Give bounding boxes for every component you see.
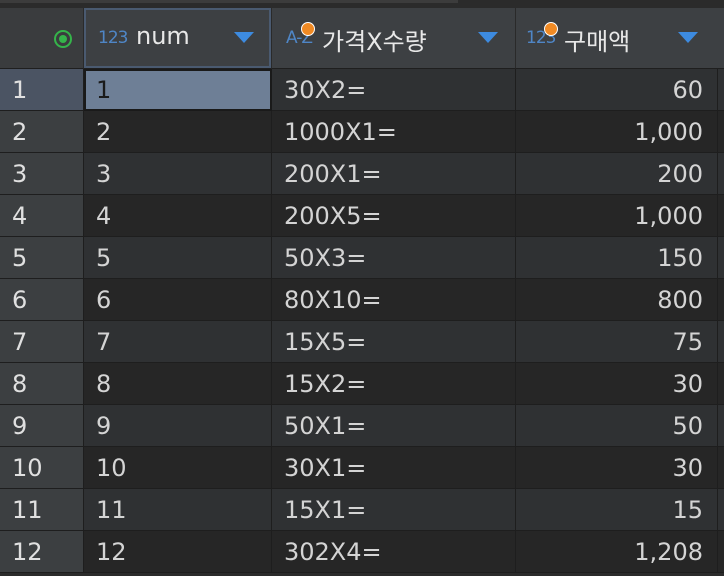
cell-amount[interactable]: 30 — [516, 447, 718, 489]
table-row[interactable]: 7 7 15X5= 75 — [0, 321, 724, 363]
column-name: 가격X수량 — [322, 28, 427, 56]
table-row[interactable]: 5 5 50X3= 150 — [0, 237, 724, 279]
row-number[interactable]: 7 — [0, 321, 84, 363]
table-row[interactable]: 3 3 200X1= 200 — [0, 153, 724, 195]
cell-amount[interactable]: 30 — [516, 363, 718, 405]
scroll-track — [0, 0, 458, 3]
row-filler — [718, 69, 724, 111]
key-dot-icon — [544, 22, 558, 36]
row-filler — [718, 195, 724, 237]
row-number[interactable]: 6 — [0, 279, 84, 321]
cell-amount[interactable]: 15 — [516, 489, 718, 531]
column-header-num[interactable]: 123 num — [84, 8, 272, 69]
cell-amount[interactable]: 75 — [516, 321, 718, 363]
numeric-type-icon: 123 — [98, 28, 128, 48]
table-row[interactable]: 4 4 200X5= 1,000 — [0, 195, 724, 237]
row-number[interactable]: 10 — [0, 447, 84, 489]
cell-num[interactable]: 2 — [84, 111, 272, 153]
row-number[interactable]: 12 — [0, 531, 84, 573]
column-name: 구매액 — [564, 28, 631, 56]
cell-amount[interactable]: 1,000 — [516, 111, 718, 153]
row-filler — [718, 237, 724, 279]
cell-price-qty[interactable]: 80X10= — [272, 279, 516, 321]
sort-dropdown-icon[interactable] — [234, 32, 254, 43]
cell-price-qty[interactable]: 302X4= — [272, 531, 516, 573]
row-number[interactable]: 9 — [0, 405, 84, 447]
table-row[interactable]: 1 1 30X2= 60 — [0, 69, 724, 111]
table-row[interactable]: 6 6 80X10= 800 — [0, 279, 724, 321]
row-number[interactable]: 3 — [0, 153, 84, 195]
column-header-amount[interactable]: 123 구매액 — [516, 8, 724, 69]
cell-amount[interactable]: 1,000 — [516, 195, 718, 237]
cell-num[interactable]: 1 — [84, 69, 272, 111]
row-number[interactable]: 4 — [0, 195, 84, 237]
table-row[interactable]: 8 8 15X2= 30 — [0, 363, 724, 405]
row-filler — [718, 321, 724, 363]
column-header-price-qty[interactable]: A-Z 가격X수량 — [272, 8, 516, 69]
cell-price-qty[interactable]: 15X5= — [272, 321, 516, 363]
cell-amount[interactable]: 150 — [516, 237, 718, 279]
cell-price-qty[interactable]: 50X1= — [272, 405, 516, 447]
cell-num[interactable]: 7 — [84, 321, 272, 363]
cell-num[interactable]: 8 — [84, 363, 272, 405]
cell-num[interactable]: 5 — [84, 237, 272, 279]
sort-dropdown-icon[interactable] — [478, 32, 498, 43]
row-filler — [718, 363, 724, 405]
cell-price-qty[interactable]: 200X5= — [272, 195, 516, 237]
row-number[interactable]: 8 — [0, 363, 84, 405]
cell-amount[interactable]: 60 — [516, 69, 718, 111]
cell-amount[interactable]: 800 — [516, 279, 718, 321]
row-filler — [718, 405, 724, 447]
row-filler — [718, 447, 724, 489]
row-filler — [718, 489, 724, 531]
cell-num[interactable]: 10 — [84, 447, 272, 489]
cell-num[interactable]: 12 — [84, 531, 272, 573]
cell-price-qty[interactable]: 15X1= — [272, 489, 516, 531]
row-filler — [718, 153, 724, 195]
cell-price-qty[interactable]: 30X2= — [272, 69, 516, 111]
row-number[interactable]: 11 — [0, 489, 84, 531]
top-strip — [0, 0, 724, 8]
cell-price-qty[interactable]: 15X2= — [272, 363, 516, 405]
cell-amount[interactable]: 50 — [516, 405, 718, 447]
row-number[interactable]: 5 — [0, 237, 84, 279]
cell-amount[interactable]: 1,208 — [516, 531, 718, 573]
cell-num[interactable]: 6 — [84, 279, 272, 321]
cell-num[interactable]: 3 — [84, 153, 272, 195]
table-row[interactable]: 11 11 15X1= 15 — [0, 489, 724, 531]
cell-num[interactable]: 9 — [84, 405, 272, 447]
cell-price-qty[interactable]: 1000X1= — [272, 111, 516, 153]
row-filler — [718, 531, 724, 573]
table-row[interactable]: 12 12 302X4= 1,208 — [0, 531, 724, 573]
sort-dropdown-icon[interactable] — [678, 32, 698, 43]
table-row[interactable]: 2 2 1000X1= 1,000 — [0, 111, 724, 153]
select-all-icon[interactable] — [54, 30, 72, 48]
cell-price-qty[interactable]: 50X3= — [272, 237, 516, 279]
cell-price-qty[interactable]: 30X1= — [272, 447, 516, 489]
grid-corner[interactable] — [0, 8, 84, 69]
row-number[interactable]: 1 — [0, 69, 84, 111]
cell-amount[interactable]: 200 — [516, 153, 718, 195]
row-filler — [718, 111, 724, 153]
cell-num[interactable]: 4 — [84, 195, 272, 237]
table-row[interactable]: 10 10 30X1= 30 — [0, 447, 724, 489]
row-number[interactable]: 2 — [0, 111, 84, 153]
cell-price-qty[interactable]: 200X1= — [272, 153, 516, 195]
column-name: num — [136, 22, 190, 50]
key-dot-icon — [301, 22, 315, 36]
row-filler — [718, 279, 724, 321]
table-row[interactable]: 9 9 50X1= 50 — [0, 405, 724, 447]
cell-num[interactable]: 11 — [84, 489, 272, 531]
